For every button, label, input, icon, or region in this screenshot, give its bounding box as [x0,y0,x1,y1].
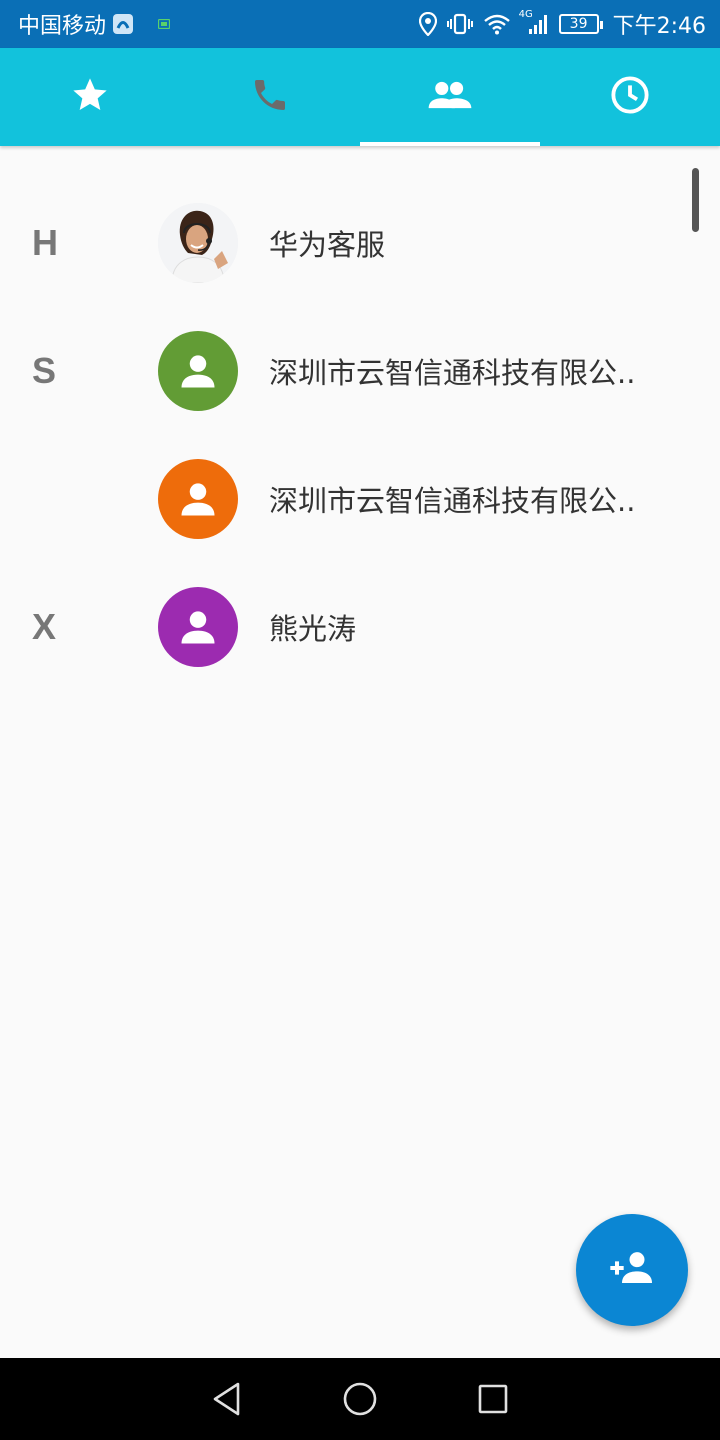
avatar [158,203,238,283]
vibrate-icon [446,13,473,35]
tab-contacts[interactable] [360,48,540,146]
navigation-bar [0,1358,720,1440]
back-button[interactable] [197,1369,257,1429]
person-icon [181,611,215,644]
back-icon [213,1382,239,1416]
section-letter: X [32,606,57,647]
person-icon [181,355,215,388]
tab-dialer[interactable] [180,48,360,146]
recents-button[interactable] [463,1369,523,1429]
location-icon [418,12,437,36]
tab-bar [0,48,720,146]
network-type-label: 4G [518,9,533,20]
add-person-icon [608,1248,656,1292]
clock-icon [609,74,651,120]
home-icon [343,1382,377,1416]
contact-photo [158,203,238,283]
contact-name: 熊光涛 [269,612,357,646]
contact-name: 深圳市云智信通科技有限公.. [269,484,636,518]
home-button[interactable] [330,1369,390,1429]
signal-icon: 4G [519,9,549,35]
avatar [158,459,238,539]
tab-recents[interactable] [540,48,720,146]
person-icon [181,483,215,516]
tab-favorites[interactable] [0,48,180,146]
section-letter: H [32,222,58,263]
avatar [158,587,238,667]
star-icon [70,75,110,119]
add-contact-button[interactable] [576,1214,688,1326]
contact-name: 华为客服 [269,228,386,262]
avatar [158,331,238,411]
contact-row[interactable]: H 华为客服 [0,179,720,307]
app-notification-icon [112,13,134,35]
square-icon [479,1384,508,1414]
phone-icon [250,75,290,119]
battery-indicator: 39 [558,14,603,34]
status-bar: 中国移动 4G 39 下午2:46 [0,0,720,48]
contact-name: 深圳市云智信通科技有限公.. [269,356,636,390]
carrier-name: 中国移动 [18,14,107,39]
wifi-icon [483,13,511,35]
section-letter: S [32,350,57,391]
contact-row[interactable]: S 深圳市云智信通科技有限公.. [0,307,720,435]
clock-time: 下午2:46 [612,14,706,39]
contact-row[interactable]: X 熊光涛 [0,563,720,691]
contacts-icon [427,75,473,119]
battery-level: 39 [569,16,588,32]
scrollbar[interactable] [692,168,699,232]
sim-notification-icon [158,19,171,29]
contact-row[interactable]: 深圳市云智信通科技有限公.. [0,435,720,563]
